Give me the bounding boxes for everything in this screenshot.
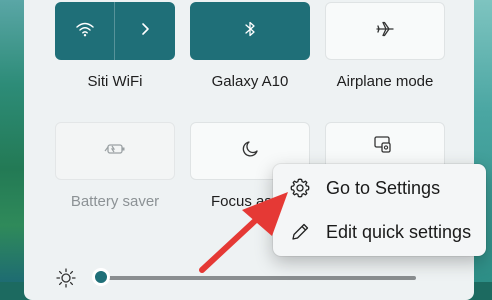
menu-item-label: Edit quick settings: [326, 221, 472, 242]
battery-saver-tile[interactable]: [55, 122, 175, 180]
airplane-mode-tile[interactable]: [325, 2, 445, 60]
sun-icon: [56, 268, 76, 293]
chevron-right-icon: [140, 22, 150, 41]
wifi-toggle[interactable]: [55, 2, 114, 60]
menu-item-go-to-settings[interactable]: Go to Settings: [273, 166, 486, 210]
battery-saver-icon: [104, 142, 126, 161]
brightness-slider-thumb[interactable]: [92, 268, 110, 286]
menu-item-label: Go to Settings: [326, 177, 441, 198]
bluetooth-tile[interactable]: [190, 2, 310, 60]
tile-label-battery-saver: Battery saver: [70, 193, 160, 210]
desktop-background-left: [0, 0, 24, 282]
wifi-expand-button[interactable]: [115, 2, 175, 60]
cast-icon: [373, 134, 393, 159]
wifi-icon: [75, 21, 94, 42]
moon-icon: [241, 140, 259, 163]
tile-label-wifi: Siti WiFi: [87, 73, 143, 90]
context-menu: Go to Settings Edit quick settings: [273, 164, 486, 256]
annotation-arrow-icon: [199, 192, 288, 273]
tile-label-airplane: Airplane mode: [336, 73, 434, 90]
menu-item-edit-quick-settings[interactable]: Edit quick settings: [273, 210, 486, 254]
bluetooth-icon: [244, 20, 256, 43]
tile-label-bluetooth: Galaxy A10: [211, 73, 289, 90]
wifi-tile[interactable]: [55, 2, 175, 60]
airplane-icon: [375, 20, 395, 43]
